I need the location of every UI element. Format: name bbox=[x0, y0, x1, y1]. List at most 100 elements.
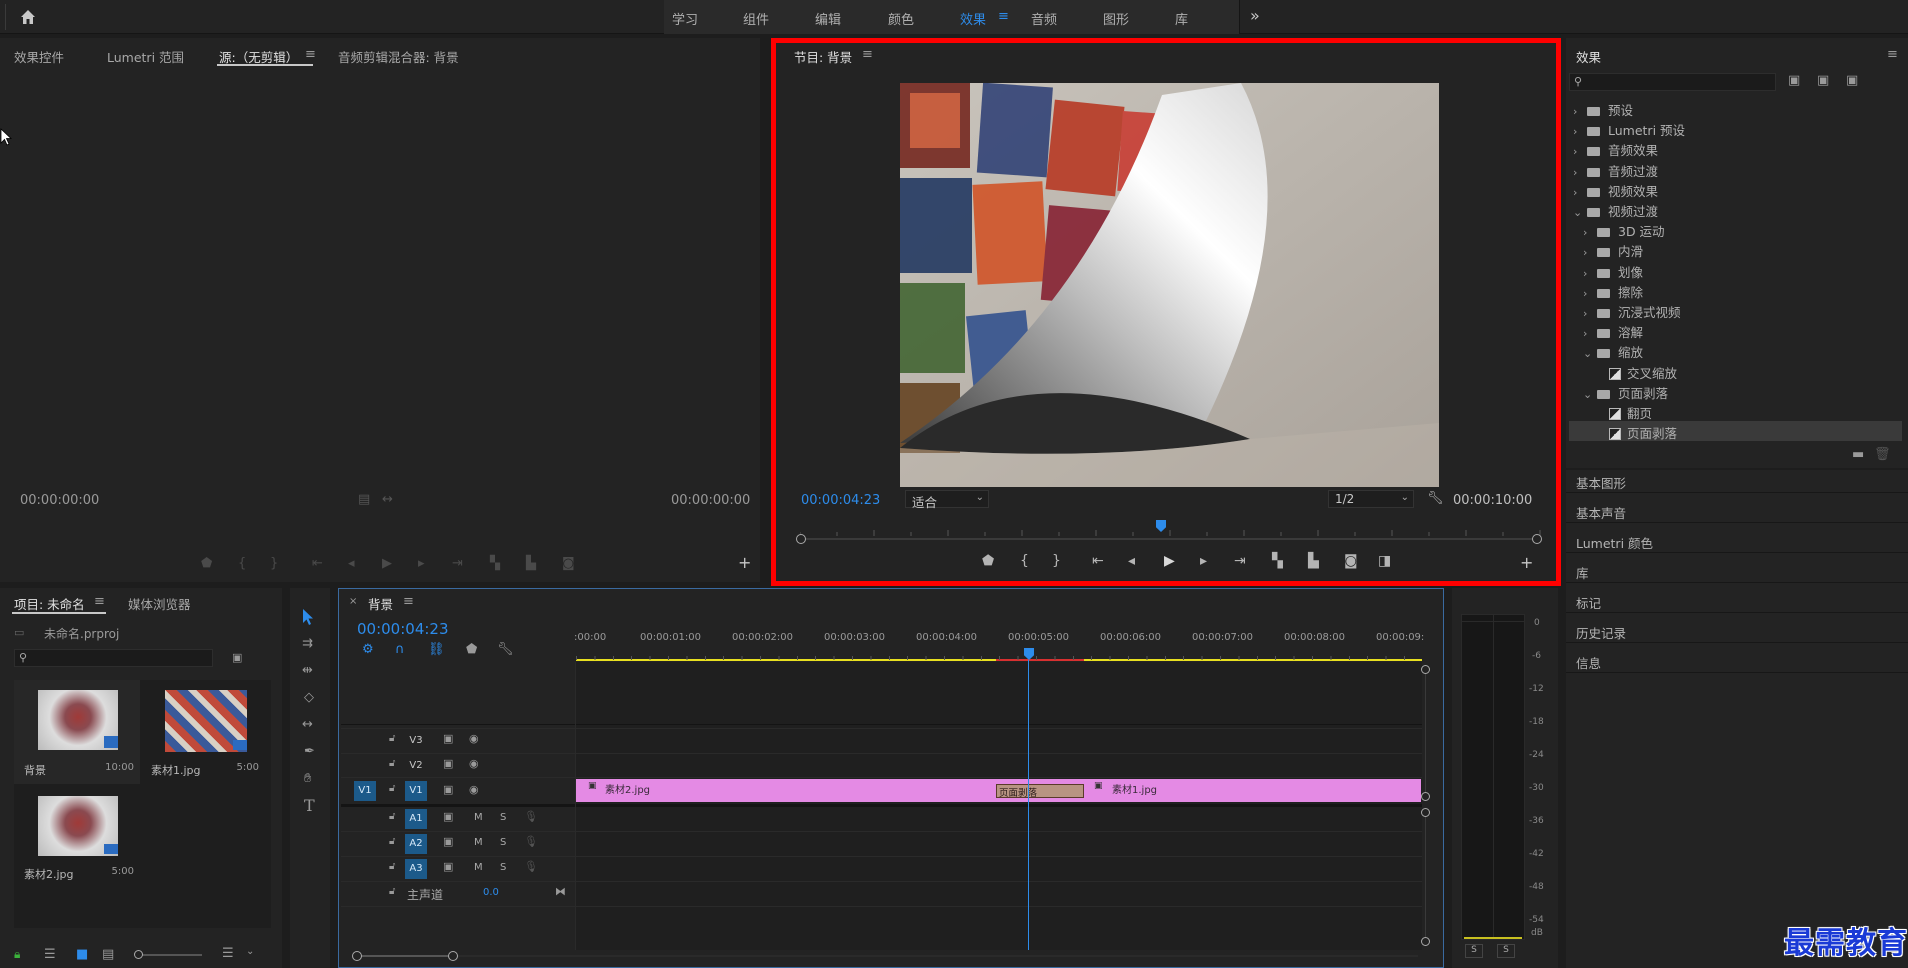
chevron-down-icon[interactable]: ⌄ bbox=[1583, 388, 1597, 401]
type-tool-icon[interactable]: T bbox=[304, 798, 315, 814]
solo-button[interactable]: S bbox=[500, 837, 506, 848]
chevron-down-icon[interactable]: ⌄ bbox=[246, 947, 254, 957]
source-insert-icon[interactable]: ▤ bbox=[358, 493, 370, 506]
32bit-effects-icon[interactable]: ▣ bbox=[1817, 74, 1829, 87]
project-item[interactable]: 素材2.jpg 5:00 bbox=[14, 786, 140, 890]
lock-icon[interactable]: 🔒︎ bbox=[14, 948, 20, 960]
list-view-icon[interactable]: ☰ bbox=[44, 948, 56, 961]
effects-tree-folder[interactable]: › 音频过渡 bbox=[1569, 159, 1902, 179]
workspace-learn[interactable]: 学习 bbox=[672, 9, 698, 28]
horizontal-zoom-scroll[interactable] bbox=[352, 950, 1422, 962]
chevron-down-icon[interactable]: ⌄ bbox=[1583, 347, 1597, 360]
eye-icon[interactable]: ◉ bbox=[469, 758, 479, 769]
chevron-down-icon[interactable]: ⌄ bbox=[1573, 206, 1587, 219]
chevron-right-icon[interactable]: › bbox=[1573, 166, 1587, 179]
section-history[interactable]: 历史记录 bbox=[1576, 623, 1626, 642]
effects-tree-effect[interactable]: 翻页 bbox=[1569, 401, 1902, 421]
workspace-libraries[interactable]: 库 bbox=[1175, 9, 1188, 28]
chevron-right-icon[interactable]: › bbox=[1583, 226, 1597, 239]
effects-search-field[interactable]: ⚲ bbox=[1569, 73, 1776, 91]
pen-tool-icon[interactable]: ✒︎ bbox=[304, 745, 315, 758]
section-essential-graphics[interactable]: 基本图形 bbox=[1576, 473, 1626, 492]
slip-tool-icon[interactable]: ↔ bbox=[302, 718, 313, 731]
effects-tree-folder[interactable]: ⌄ 缩放 bbox=[1569, 340, 1902, 360]
snap-icon[interactable]: ∩ bbox=[395, 643, 405, 656]
tab-media-browser[interactable]: 媒体浏览器 bbox=[128, 594, 191, 613]
timeline-tab-menu-icon[interactable]: ≡ bbox=[403, 595, 414, 608]
chevron-right-icon[interactable]: › bbox=[1583, 287, 1597, 300]
effects-panel-title[interactable]: 效果 bbox=[1576, 47, 1601, 66]
solo-button[interactable]: S bbox=[500, 812, 506, 823]
source-play-icon[interactable]: ▶ bbox=[382, 556, 392, 571]
tab-audio-clip-mixer[interactable]: 音频剪辑混合器: 背景 bbox=[338, 47, 459, 66]
microphone-icon[interactable]: 🎙︎ bbox=[524, 861, 538, 872]
workspace-color[interactable]: 颜色 bbox=[888, 9, 914, 28]
source-drag-icon[interactable]: ↔ bbox=[382, 493, 393, 506]
section-markers[interactable]: 标记 bbox=[1576, 593, 1601, 612]
icon-view-icon[interactable]: ■ bbox=[76, 948, 88, 961]
effects-menu-icon[interactable]: ≡ bbox=[1887, 48, 1898, 61]
vertical-scroll-video[interactable] bbox=[1421, 665, 1431, 801]
transition[interactable]: 页面剥落 bbox=[996, 784, 1084, 799]
chevron-right-icon[interactable]: › bbox=[1583, 307, 1597, 320]
razor-tool-icon[interactable]: ◇ bbox=[304, 691, 314, 704]
section-info[interactable]: 信息 bbox=[1576, 653, 1601, 672]
lock-icon[interactable]: 🔓︎ bbox=[389, 887, 395, 897]
sync-lock-icon[interactable]: ▣ bbox=[443, 861, 453, 872]
source-goto-out-icon[interactable]: ⇥ bbox=[452, 556, 463, 571]
new-custom-bin-icon[interactable]: ▬ bbox=[1852, 448, 1864, 461]
tab-lumetri-scopes[interactable]: Lumetri 范围 bbox=[107, 47, 184, 66]
accelerated-effects-icon[interactable]: ▣ bbox=[1788, 74, 1800, 87]
linked-selection-icon[interactable]: ⛓︎ bbox=[428, 643, 445, 656]
lock-icon[interactable]: 🔓︎ bbox=[389, 734, 395, 744]
lock-icon[interactable]: 🔓︎ bbox=[389, 784, 395, 794]
section-libraries[interactable]: 库 bbox=[1576, 563, 1589, 582]
effects-tree-folder[interactable]: › 预设 bbox=[1569, 98, 1902, 118]
effects-tree-folder[interactable]: › 擦除 bbox=[1569, 280, 1902, 300]
workspace-more-icon[interactable]: » bbox=[1250, 6, 1260, 25]
add-marker-icon[interactable]: ⬟ bbox=[466, 643, 477, 656]
nest-icon[interactable]: ⚙︎ bbox=[362, 643, 374, 656]
sync-lock-icon[interactable]: ▣ bbox=[443, 836, 453, 847]
lock-icon[interactable]: 🔓︎ bbox=[389, 837, 395, 847]
close-icon[interactable]: × bbox=[349, 597, 357, 607]
ripple-edit-tool-icon[interactable]: ⇹ bbox=[302, 664, 313, 677]
timeline-settings-wrench-icon[interactable]: 🔧︎ bbox=[497, 643, 514, 656]
project-item[interactable]: 素材1.jpg 5:00 bbox=[143, 680, 269, 784]
source-goto-in-icon[interactable]: ⇤ bbox=[312, 556, 323, 571]
source-mark-out-icon[interactable]: } bbox=[270, 556, 278, 571]
freeform-view-icon[interactable]: ▤ bbox=[102, 948, 114, 961]
track-select-tool-icon[interactable]: ⇉ bbox=[302, 637, 313, 650]
find-icon[interactable]: ▣ bbox=[232, 652, 242, 663]
meter-solo-left[interactable]: S bbox=[1465, 944, 1483, 958]
master-volume-value[interactable]: 0.0 bbox=[483, 887, 499, 898]
lock-icon[interactable]: 🔓︎ bbox=[389, 812, 395, 822]
sort-icon[interactable]: ☰ bbox=[222, 947, 234, 960]
project-item[interactable]: 背景 10:00 bbox=[14, 680, 140, 784]
mute-button[interactable]: M bbox=[474, 837, 483, 848]
delete-icon[interactable]: 🗑︎ bbox=[1874, 448, 1891, 461]
mute-button[interactable]: M bbox=[474, 812, 483, 823]
timeline-sequence-tab[interactable]: 背景 bbox=[368, 594, 393, 613]
workspace-effects[interactable]: 效果 bbox=[960, 9, 986, 28]
tab-project[interactable]: 项目: 未命名 bbox=[14, 594, 85, 613]
microphone-icon[interactable]: 🎙︎ bbox=[524, 811, 538, 822]
source-tab-menu-icon[interactable]: ≡ bbox=[305, 48, 316, 61]
workspace-audio[interactable]: 音频 bbox=[1031, 9, 1057, 28]
thumbnail-size-slider[interactable] bbox=[134, 950, 202, 959]
chevron-right-icon[interactable]: › bbox=[1583, 246, 1597, 259]
eye-icon[interactable]: ◉ bbox=[469, 784, 479, 795]
project-tab-menu-icon[interactable]: ≡ bbox=[94, 595, 105, 608]
chevron-right-icon[interactable]: › bbox=[1573, 145, 1587, 158]
effects-tree-folder[interactable]: › 划像 bbox=[1569, 260, 1902, 280]
source-insert-button-icon[interactable]: ▚ bbox=[490, 556, 500, 571]
track-label-a2[interactable]: A2 bbox=[405, 834, 427, 854]
workspace-graphics[interactable]: 图形 bbox=[1103, 9, 1129, 28]
lock-icon[interactable]: 🔓︎ bbox=[389, 759, 395, 769]
mute-button[interactable]: M bbox=[474, 862, 483, 873]
source-step-fwd-icon[interactable]: ▸ bbox=[418, 556, 425, 571]
source-overwrite-icon[interactable]: ▙ bbox=[526, 556, 536, 571]
source-step-back-icon[interactable]: ◂ bbox=[348, 556, 355, 571]
lock-icon[interactable]: 🔓︎ bbox=[389, 862, 395, 872]
source-camera-icon[interactable]: ◙ bbox=[562, 556, 575, 571]
